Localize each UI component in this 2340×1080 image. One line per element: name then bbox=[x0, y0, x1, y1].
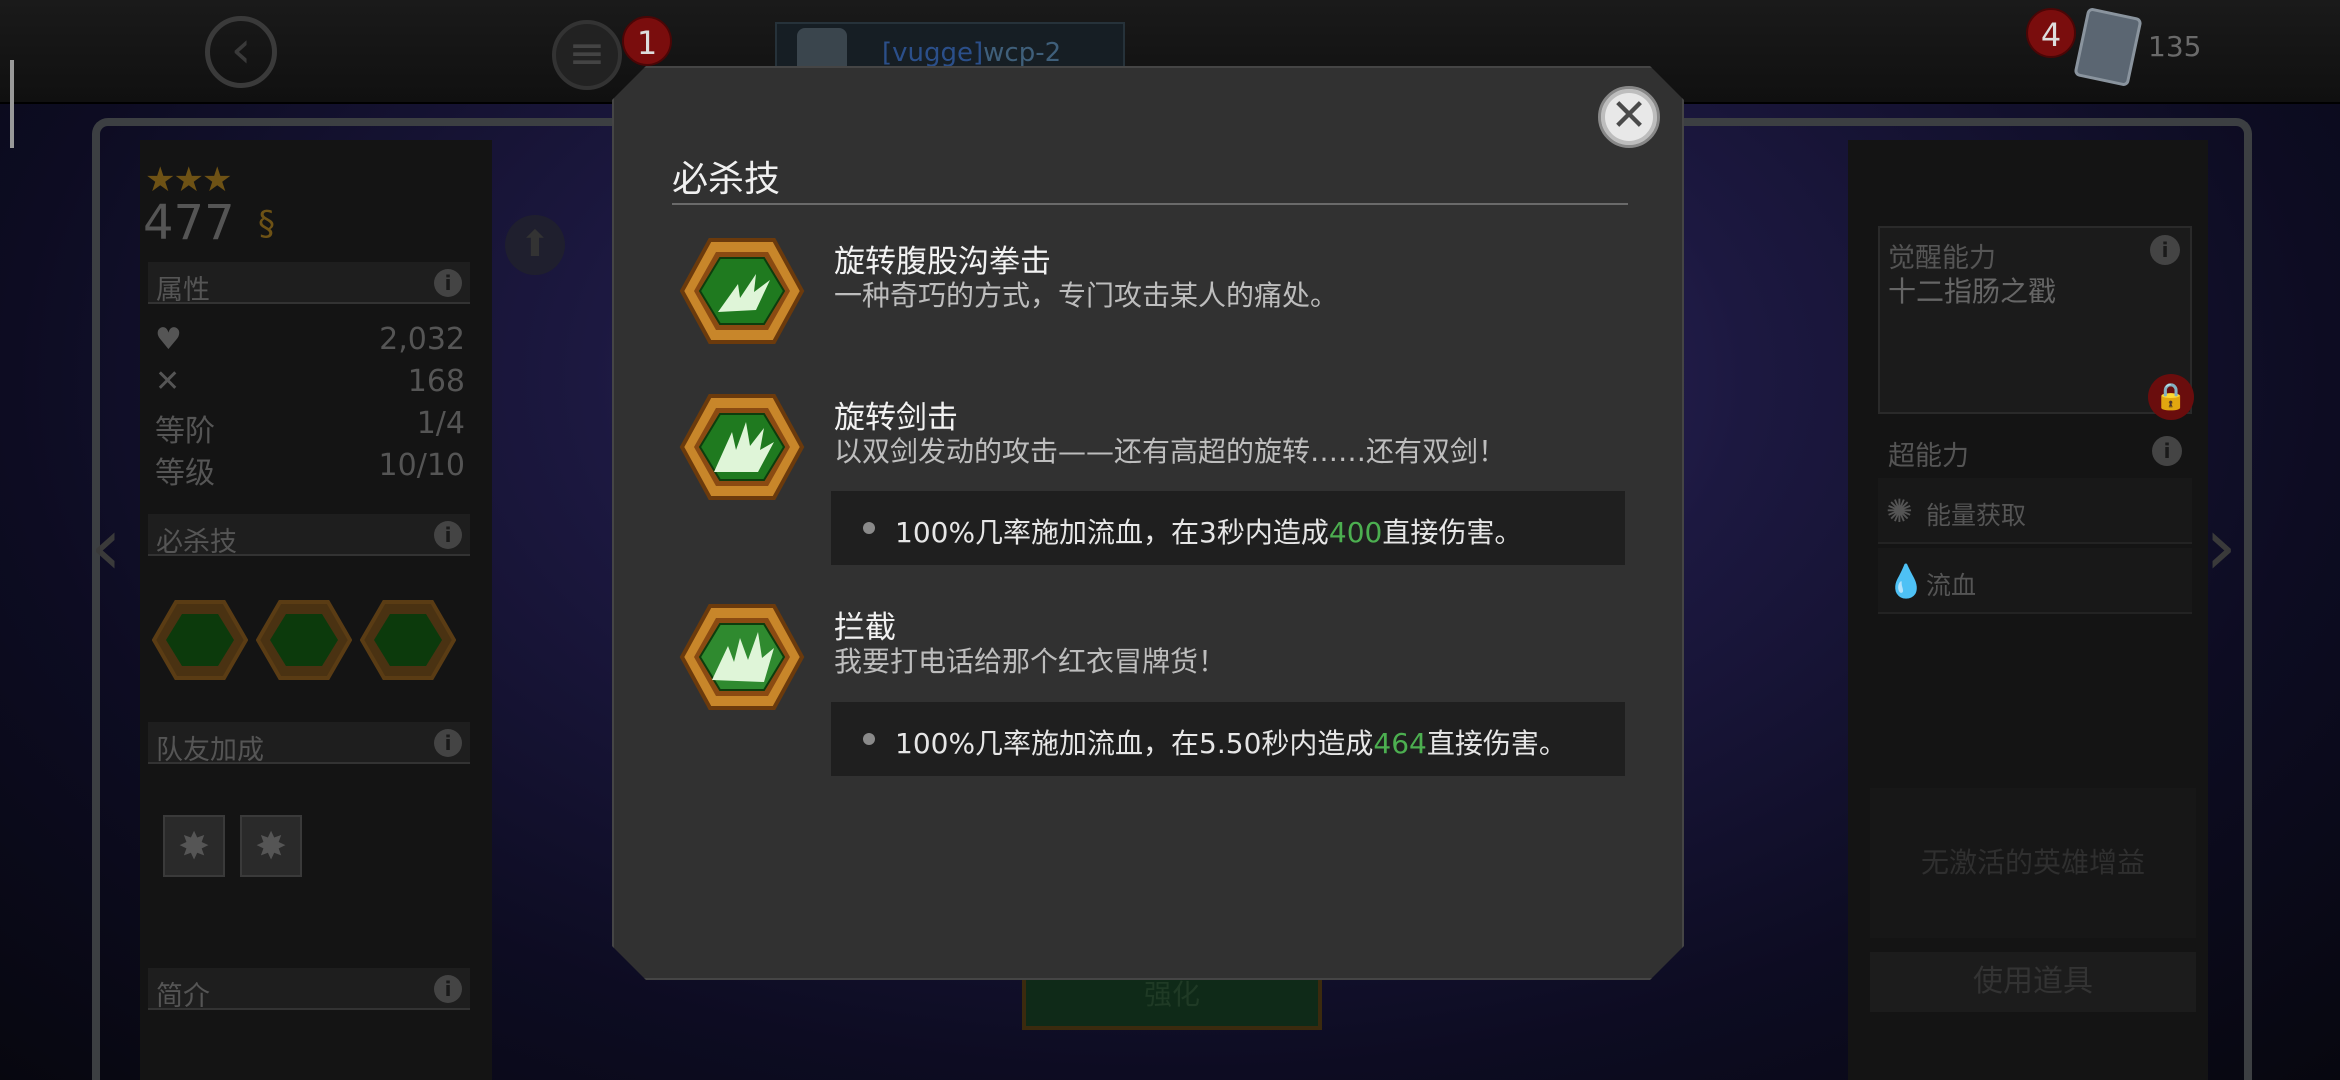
stat-row-attack: ✕ 168 bbox=[155, 364, 465, 399]
energy-burst-icon: ✺ bbox=[1886, 492, 1913, 530]
crossed-swords-icon: ✕ bbox=[155, 364, 181, 399]
info-icon[interactable]: i bbox=[434, 269, 462, 297]
info-icon[interactable]: i bbox=[434, 975, 462, 1003]
info-icon[interactable]: i bbox=[2150, 235, 2180, 265]
powers-title: 超能力 bbox=[1888, 441, 1969, 472]
stat-row-level: 等级 10/10 bbox=[155, 448, 465, 491]
dna-rank-icon[interactable]: § bbox=[258, 204, 275, 244]
card-stack-icon[interactable] bbox=[2073, 6, 2143, 88]
next-hero-arrow-icon[interactable]: › bbox=[2205, 500, 2237, 593]
section-bio[interactable]: 简介 i bbox=[148, 968, 470, 1012]
ability-3-effect: 100%几率施加流血，在5.50秒内造成464直接伤害。 bbox=[831, 702, 1625, 776]
ability-2-effect: 100%几率施加流血，在3秒内造成400直接伤害。 bbox=[831, 491, 1625, 565]
close-button[interactable]: ✕ bbox=[1598, 86, 1660, 148]
modal-divider bbox=[672, 203, 1628, 205]
upgrade-arrow-icon[interactable]: ⬆ bbox=[505, 215, 565, 275]
power-row-bleed[interactable]: 💧 流血 bbox=[1878, 548, 2192, 614]
no-boost-text: 无激活的英雄增益 bbox=[1870, 788, 2196, 938]
bullet-icon bbox=[863, 522, 875, 534]
synergy-burst-icon[interactable]: ✸ bbox=[163, 815, 225, 877]
special-attack-1-icon[interactable] bbox=[152, 598, 248, 682]
info-icon[interactable]: i bbox=[434, 521, 462, 549]
damage-value: 464 bbox=[1373, 727, 1427, 760]
blood-drop-icon: 💧 bbox=[1886, 562, 1926, 600]
section-synergy[interactable]: 队友加成 i bbox=[148, 722, 470, 766]
special-attack-1-icon bbox=[679, 238, 805, 344]
info-icon[interactable]: i bbox=[434, 729, 462, 757]
section-special-attacks[interactable]: 必杀技 i bbox=[148, 514, 470, 558]
ability-2-desc: 以双剑发动的攻击——还有高超的旋转……还有双剑！ bbox=[834, 435, 1507, 468]
use-item-button[interactable]: 使用道具 bbox=[1870, 952, 2196, 1012]
hero-stars: ★★★ bbox=[145, 160, 232, 200]
menu-notification-badge: 1 bbox=[622, 16, 672, 66]
lock-icon: 🔒 bbox=[2148, 374, 2194, 420]
scroll-indicator bbox=[10, 60, 14, 148]
section-attributes[interactable]: 属性 i bbox=[148, 262, 470, 306]
special-attack-2-icon[interactable] bbox=[256, 598, 352, 682]
awakened-ability-name: 十二指肠之戳 bbox=[1888, 275, 2057, 308]
damage-value: 400 bbox=[1328, 516, 1383, 549]
special-attack-2-icon bbox=[679, 394, 805, 500]
card-count: 135 bbox=[2148, 30, 2202, 63]
heart-plus-icon: ♥ bbox=[155, 322, 182, 357]
modal-title: 必杀技 bbox=[672, 159, 781, 200]
card-notification-badge: 4 bbox=[2026, 8, 2076, 58]
prev-hero-arrow-icon[interactable]: ‹ bbox=[90, 500, 122, 593]
menu-button[interactable]: ≡ bbox=[552, 20, 622, 90]
synergy-burst-icon[interactable]: ✸ bbox=[240, 815, 302, 877]
power-row-energy[interactable]: ✺ 能量获取 bbox=[1878, 478, 2192, 544]
bullet-icon bbox=[863, 733, 875, 745]
stat-row-tier: 等阶 1/4 bbox=[155, 406, 465, 449]
info-icon[interactable]: i bbox=[2152, 436, 2182, 466]
hero-rating: 477 bbox=[143, 195, 235, 251]
player-name: [vugge]wcp-2 bbox=[882, 38, 1062, 68]
ability-3-desc: 我要打电话给那个红衣冒牌货！ bbox=[834, 645, 1227, 678]
back-button[interactable]: ‹ bbox=[205, 16, 277, 88]
stat-row-health: ♥ 2,032 bbox=[155, 322, 465, 357]
special-attack-3-icon bbox=[679, 604, 805, 710]
ability-1-desc: 一种奇巧的方式，专门攻击某人的痛处。 bbox=[834, 279, 1339, 312]
special-attack-3-icon[interactable] bbox=[360, 598, 456, 682]
